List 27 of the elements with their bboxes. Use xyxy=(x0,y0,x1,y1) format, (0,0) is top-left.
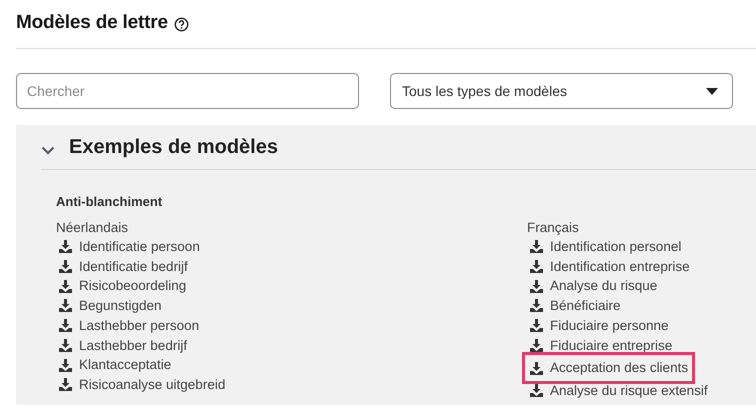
section-title: Exemples de modèles xyxy=(69,136,278,158)
caret-icon xyxy=(706,88,718,94)
download-icon xyxy=(530,319,543,332)
chevron-icon[interactable] xyxy=(41,146,55,154)
download-icon xyxy=(59,299,72,312)
download-icon xyxy=(530,384,543,398)
language-label: Néerlandais xyxy=(56,219,128,237)
download-icon xyxy=(530,362,543,375)
download-icon xyxy=(530,299,543,312)
page-title: Modèles de lettre xyxy=(16,12,168,34)
download-icon xyxy=(59,378,72,392)
group-heading: Anti-blanchiment xyxy=(56,194,164,209)
download-icon xyxy=(530,338,543,352)
type-dropdown[interactable]: Tous les types de modèles xyxy=(390,73,733,109)
download-icon xyxy=(530,260,543,274)
download-icon xyxy=(59,358,72,372)
download-icon xyxy=(59,240,72,254)
download-icon xyxy=(59,260,72,274)
language-label: Français xyxy=(527,219,579,237)
download-link[interactable]: Acceptation des clients xyxy=(522,352,696,384)
download-icon xyxy=(59,319,72,332)
search-field[interactable]: Chercher xyxy=(16,73,359,109)
download-icon xyxy=(530,280,543,293)
download-icon xyxy=(530,240,543,254)
download-icon xyxy=(59,338,72,352)
download-icon xyxy=(59,280,72,293)
help-icon[interactable] xyxy=(174,16,189,32)
